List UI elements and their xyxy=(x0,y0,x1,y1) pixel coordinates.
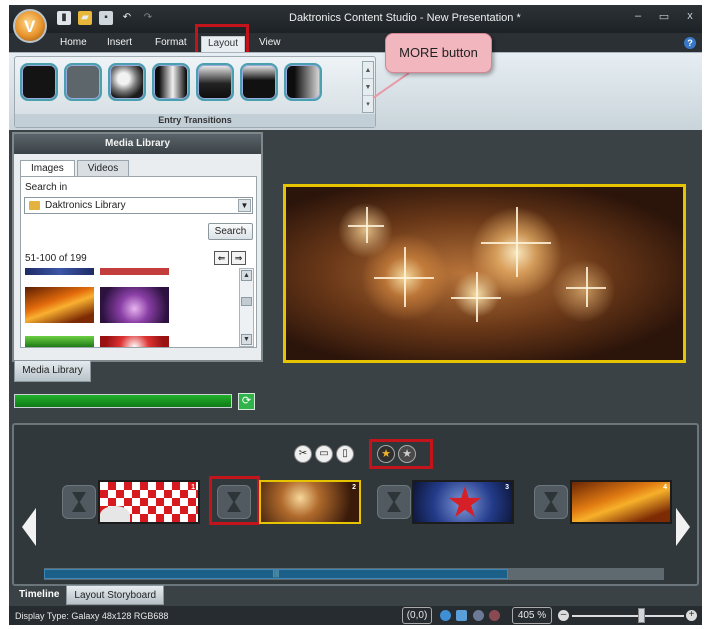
timeline-slide[interactable]: 3 xyxy=(412,480,514,524)
slide-number: 1 xyxy=(191,484,195,491)
timeline-slide[interactable]: 4 xyxy=(570,480,672,524)
timeline-scroll-thumb[interactable]: ||| xyxy=(44,569,508,579)
slide-number: 4 xyxy=(663,484,667,491)
hourglass-icon xyxy=(387,492,401,512)
tab-layout-storyboard[interactable]: Layout Storyboard xyxy=(66,585,165,605)
progress-fill xyxy=(15,395,231,407)
tab-timeline[interactable]: Timeline xyxy=(12,585,66,605)
image-thumbnail[interactable] xyxy=(25,336,94,347)
timeline-panel: ✂ ▭ ▯ ★ ★ 1 2 3 4 ||| xyxy=(12,423,699,586)
zoom-slider[interactable] xyxy=(572,615,684,617)
result-range: 51-100 of 199 xyxy=(25,253,87,264)
prev-page-icon[interactable]: ⇐ xyxy=(214,251,229,265)
grid-icon[interactable] xyxy=(473,610,484,621)
transition-slot[interactable] xyxy=(377,485,411,519)
hourglass-icon xyxy=(72,492,86,512)
transition-slot-highlight xyxy=(209,476,260,525)
search-button[interactable]: Search xyxy=(208,223,253,240)
callout-annotation: MORE button xyxy=(385,33,492,73)
image-thumbnail[interactable] xyxy=(25,287,94,323)
refresh-icon[interactable]: ⟳ xyxy=(238,393,255,410)
import-progress-bar xyxy=(14,394,232,408)
tab-images[interactable]: Images xyxy=(20,160,75,176)
tab-videos[interactable]: Videos xyxy=(76,160,130,176)
image-thumbnail[interactable] xyxy=(100,287,169,323)
media-type-tabs: Images Videos xyxy=(20,160,130,176)
image-grid xyxy=(25,268,239,347)
timeline-next-arrow[interactable] xyxy=(676,508,690,546)
image-grid-scrollbar[interactable]: ▲ ▼ xyxy=(239,268,254,347)
timeline-slide[interactable]: 1 xyxy=(98,480,200,524)
slide-preview-canvas[interactable] xyxy=(283,184,686,363)
slide-number: 2 xyxy=(352,484,356,491)
next-page-icon[interactable]: ⇒ xyxy=(231,251,246,265)
timeline-slide-selected[interactable]: 2 xyxy=(259,480,361,524)
chevron-down-icon[interactable]: ▼ xyxy=(238,199,251,212)
slide-number: 3 xyxy=(505,484,509,491)
image-icon[interactable] xyxy=(456,610,467,621)
transition-slot[interactable] xyxy=(534,485,568,519)
media-library-panel: Media Library Images Videos Search in Da… xyxy=(12,132,263,362)
sparkle xyxy=(348,225,384,227)
star-buttons-highlight xyxy=(369,439,433,469)
app-window: ▮ ▰ ▪ ↶ ↷ Daktronics Content Studio - Ne… xyxy=(9,5,702,625)
search-in-label: Search in xyxy=(25,182,68,193)
media-library-body: Search in Daktronics Library ▼ Search 51… xyxy=(20,176,257,348)
record-icon[interactable] xyxy=(489,610,500,621)
library-select[interactable]: Daktronics Library ▼ xyxy=(24,197,253,214)
copy-icon[interactable]: ▭ xyxy=(315,445,333,463)
sparkle xyxy=(566,287,606,289)
star-shape xyxy=(448,486,482,517)
scroll-up-icon[interactable]: ▲ xyxy=(241,270,252,281)
preview-area xyxy=(268,131,702,418)
image-thumbnail[interactable] xyxy=(100,336,169,347)
zoom-level: 405 % xyxy=(512,607,552,624)
folder-icon xyxy=(29,201,40,210)
paste-icon[interactable]: ▯ xyxy=(336,445,354,463)
timeline-scrollbar[interactable]: ||| xyxy=(44,568,664,580)
transition-slot[interactable] xyxy=(62,485,96,519)
status-bar: Display Type: Galaxy 48x128 RGB688 (0,0)… xyxy=(9,606,702,625)
image-thumbnail[interactable] xyxy=(100,268,169,275)
globe-icon[interactable] xyxy=(440,610,451,621)
slide-shape xyxy=(100,506,130,522)
scroll-down-icon[interactable]: ▼ xyxy=(241,334,252,345)
sparkle xyxy=(481,242,551,244)
sparkle xyxy=(451,297,501,299)
zoom-slider-thumb[interactable] xyxy=(638,608,645,623)
hourglass-icon xyxy=(544,492,558,512)
bottom-tabs: Timeline Layout Storyboard xyxy=(12,585,165,605)
display-type: Display Type: Galaxy 48x128 RGB688 xyxy=(15,611,169,621)
timeline-prev-arrow[interactable] xyxy=(22,508,36,546)
coordinates-readout: (0,0) xyxy=(402,607,432,624)
sparkle xyxy=(374,277,434,279)
scissors-icon[interactable]: ✂ xyxy=(294,445,312,463)
scroll-thumb[interactable] xyxy=(241,297,252,306)
media-library-tab[interactable]: Media Library xyxy=(14,360,91,382)
callout-pointer xyxy=(372,72,410,99)
zoom-out-icon[interactable]: – xyxy=(558,610,569,621)
zoom-in-icon[interactable]: + xyxy=(686,610,697,621)
image-thumbnail[interactable] xyxy=(25,268,94,275)
library-select-value: Daktronics Library xyxy=(45,200,126,211)
